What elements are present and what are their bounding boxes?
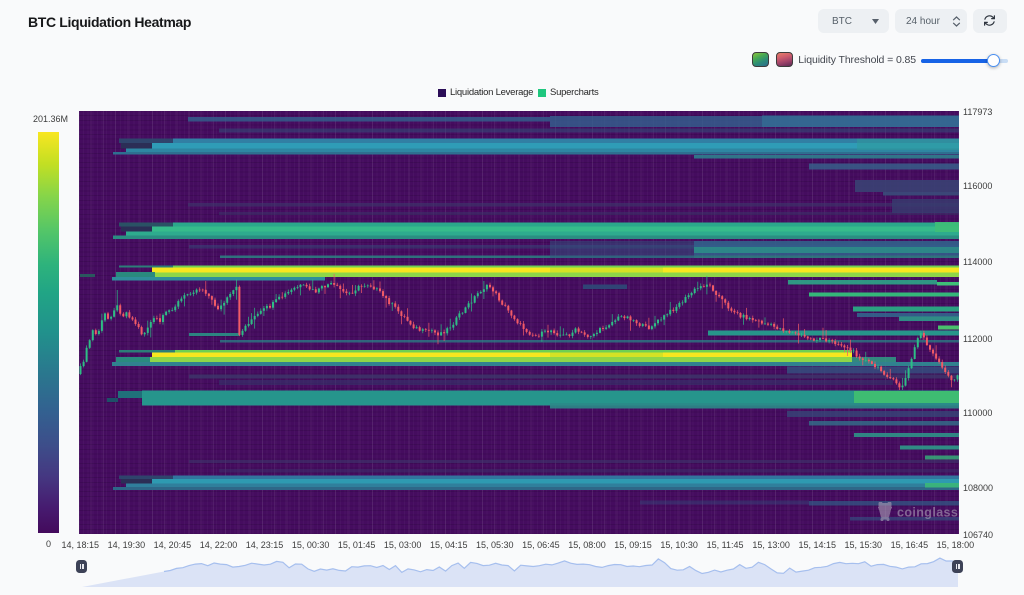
svg-text:coinglass: coinglass bbox=[897, 506, 958, 520]
